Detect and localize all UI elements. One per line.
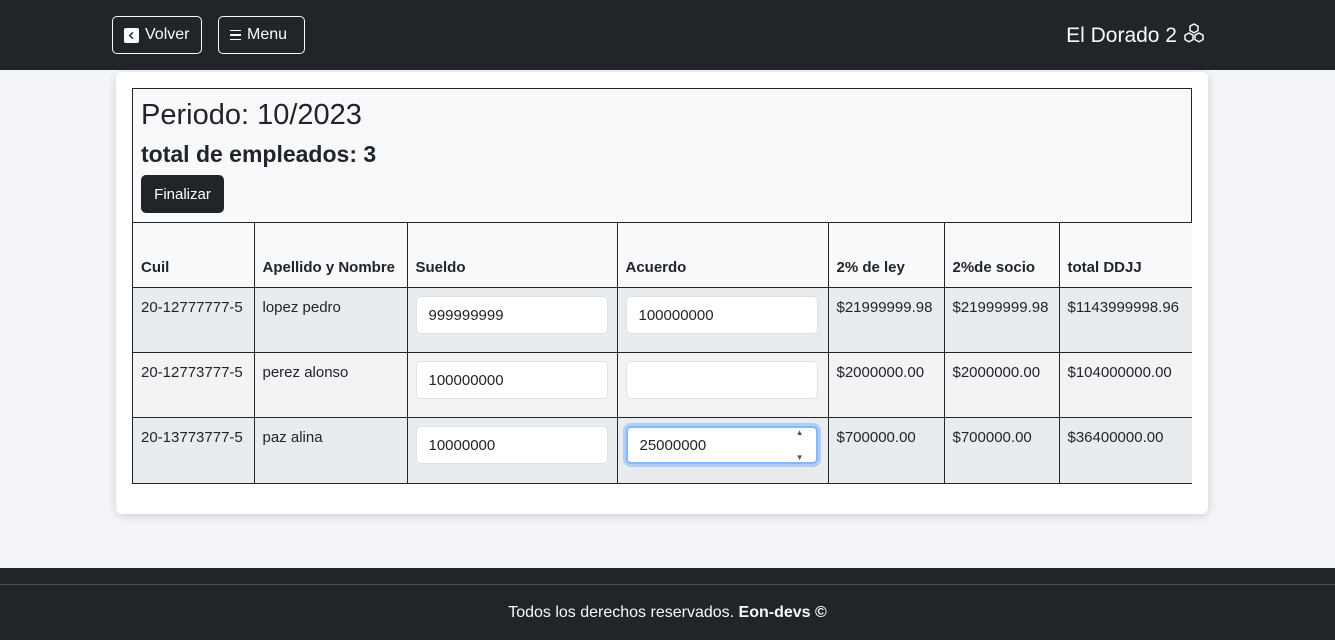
- column-header-acuerdo: Acuerdo: [616, 222, 829, 288]
- cuil-cell: 20-12777777-5: [133, 287, 255, 353]
- acuerdo-cell: [616, 352, 829, 418]
- page-title: Periodo: 10/2023: [141, 99, 362, 131]
- back-button[interactable]: Volver: [112, 16, 202, 54]
- employee-count: total de empleados: 3: [141, 141, 377, 167]
- total-cell: $1143999998.96: [1058, 287, 1192, 353]
- menu-button[interactable]: Menu: [218, 16, 305, 54]
- acuerdo-cell: 25000000 ▲ ▼: [616, 417, 829, 483]
- back-button-label: Volver: [145, 26, 190, 43]
- table-caption: Periodo: 10/2023 total de empleados: 3 F…: [133, 89, 1191, 222]
- footer: Todos los derechos reservados. Eon-devs …: [0, 568, 1335, 640]
- main-card: Periodo: 10/2023 total de empleados: 3 F…: [116, 72, 1208, 514]
- cuil-cell: 20-12773777-5: [133, 352, 255, 418]
- acuerdo-input[interactable]: [625, 296, 818, 334]
- sueldo-input[interactable]: [415, 296, 608, 334]
- acuerdo-input-focused[interactable]: 25000000 ▲ ▼: [625, 426, 818, 464]
- ddjj-table-wrapper: Periodo: 10/2023 total de empleados: 3 F…: [132, 88, 1192, 484]
- acuerdo-input[interactable]: [625, 361, 818, 399]
- column-header-name: Apellido y Nombre: [253, 222, 408, 288]
- column-header-socio: 2%de socio: [943, 222, 1060, 288]
- ley-cell: $21999999.98: [827, 287, 945, 353]
- number-spinner[interactable]: ▲ ▼: [796, 421, 804, 469]
- table-row: 20-12777777-5 lopez pedro $21999999.98 $…: [133, 287, 1192, 353]
- total-cell: $36400000.00: [1058, 417, 1192, 483]
- cuil-cell: 20-13773777-5: [133, 417, 255, 483]
- socio-cell: $2000000.00: [943, 352, 1060, 418]
- spin-up-icon[interactable]: ▲: [796, 421, 804, 444]
- brand-name: El Dorado 2: [1066, 24, 1177, 47]
- footer-text: Todos los derechos reservados. Eon-devs …: [0, 604, 1335, 622]
- column-header-ley: 2% de ley: [827, 222, 945, 288]
- name-cell: paz alina: [253, 417, 408, 483]
- arrow-left-icon: [124, 27, 139, 43]
- boxes-icon: [1183, 22, 1205, 50]
- name-cell: perez alonso: [253, 352, 408, 418]
- finalize-button[interactable]: Finalizar: [141, 175, 224, 213]
- sueldo-input[interactable]: [415, 361, 608, 399]
- copyright-text: Todos los derechos reservados.: [508, 604, 735, 621]
- table-row: 20-12773777-5 perez alonso $2000000.00 $…: [133, 352, 1192, 418]
- total-cell: $104000000.00: [1058, 352, 1192, 418]
- sueldo-cell: [406, 352, 618, 418]
- navbar: Volver Menu El Dorado 2: [0, 0, 1335, 70]
- brand: El Dorado 2: [1066, 22, 1205, 50]
- copyright-brand: Eon-devs ©: [738, 604, 827, 621]
- acuerdo-cell: [616, 287, 829, 353]
- sueldo-cell: [406, 287, 618, 353]
- column-header-sueldo: Sueldo: [406, 222, 618, 288]
- table-header-row: Cuil Apellido y Nombre Sueldo Acuerdo 2%…: [133, 222, 1192, 288]
- menu-button-label: Menu: [247, 26, 288, 43]
- sueldo-cell: [406, 417, 618, 483]
- sueldo-input[interactable]: [415, 426, 608, 464]
- table-row: 20-13773777-5 paz alina 25000000 ▲ ▼ $70…: [133, 417, 1192, 483]
- spin-down-icon[interactable]: ▼: [796, 446, 804, 469]
- hamburger-icon: [230, 29, 241, 41]
- acuerdo-input-value: 25000000: [639, 436, 707, 454]
- socio-cell: $700000.00: [943, 417, 1060, 483]
- column-header-total: total DDJJ: [1058, 222, 1192, 288]
- ley-cell: $700000.00: [827, 417, 945, 483]
- column-header-cuil: Cuil: [133, 222, 255, 288]
- employees-table: Cuil Apellido y Nombre Sueldo Acuerdo 2%…: [133, 222, 1192, 483]
- socio-cell: $21999999.98: [943, 287, 1060, 353]
- ley-cell: $2000000.00: [827, 352, 945, 418]
- name-cell: lopez pedro: [253, 287, 408, 353]
- footer-divider: [0, 584, 1335, 585]
